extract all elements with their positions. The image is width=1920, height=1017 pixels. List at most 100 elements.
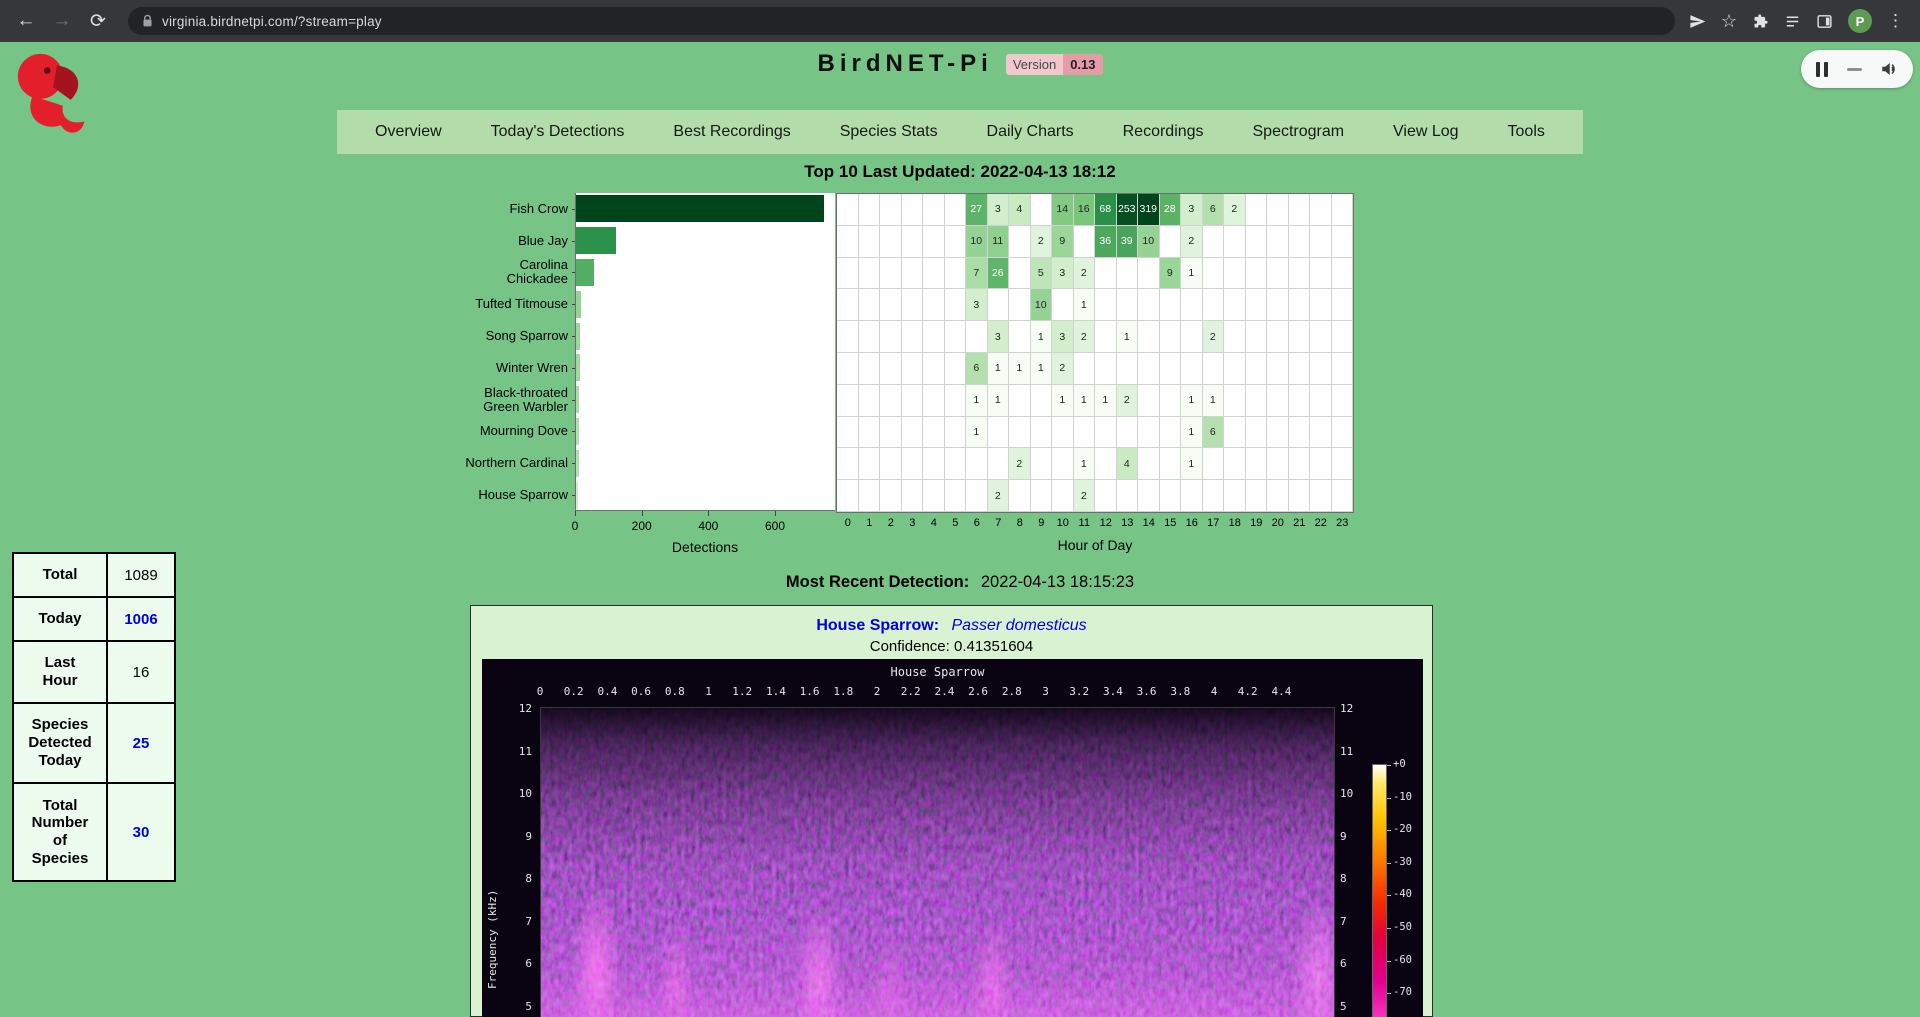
nav-item-recordings[interactable]: Recordings [1123,123,1204,141]
url-text[interactable]: virginia.birdnetpi.com/?stream=play [162,14,382,29]
back-icon[interactable]: ← [10,5,42,37]
heatmap-cell [1138,448,1160,480]
heatmap-cell: 9 [1052,226,1074,258]
bookmark-star-icon[interactable]: ☆ [1721,11,1737,32]
heatmap-cell [1117,353,1139,385]
nav-item-view-log[interactable]: View Log [1393,123,1459,141]
spec-x-tick: 3.4 [1103,685,1123,698]
heatmap-cell [945,385,967,417]
stats-value[interactable]: 1006 [107,597,175,641]
heatmap-cell [1138,353,1160,385]
nav-item-today-s-detections[interactable]: Today's Detections [491,123,625,141]
profile-avatar[interactable]: P [1848,9,1872,33]
forward-icon[interactable]: → [46,5,78,37]
heatmap-cell [1267,385,1289,417]
pause-button[interactable] [1816,62,1828,77]
heatmap-cell: 1 [1074,385,1096,417]
hour-tick-label: 20 [1272,517,1284,529]
side-panel-icon[interactable] [1816,13,1833,30]
heatmap-cell [1310,480,1332,512]
heatmap-cell [1138,321,1160,353]
version-label: Version [1006,54,1063,75]
version-badge: Version 0.13 [1006,54,1103,75]
detection-species-link[interactable]: House Sparrow: [816,617,939,634]
stats-value[interactable]: 30 [107,783,175,881]
stats-label: Total Number of Species [13,783,107,881]
spec-x-tick: 1.4 [766,685,786,698]
heatmap-cell [1310,417,1332,449]
heatmap-cell [1332,258,1354,290]
audio-seek-slider[interactable] [1847,68,1862,71]
nav-item-best-recordings[interactable]: Best Recordings [673,123,790,141]
heatmap-cell [1160,417,1182,449]
nav-item-daily-charts[interactable]: Daily Charts [987,123,1074,141]
heatmap-cell [1246,321,1268,353]
spec-y-tick: 7 [525,915,532,928]
heatmap-cell: 4 [1009,194,1031,226]
stats-value[interactable]: 25 [107,703,175,783]
heatmap-cell [880,226,902,258]
heatmap-cell [880,194,902,226]
heatmap-cell [1031,385,1053,417]
heatmap-cell [945,258,967,290]
bar-tick [575,511,576,516]
heatmap-cell [1160,385,1182,417]
top10-chart: Fish CrowBlue JayCarolina ChickadeeTufte… [0,193,1920,573]
nav-item-overview[interactable]: Overview [375,123,442,141]
heatmap-cell [1224,385,1246,417]
detection-confidence: Confidence: 0.41351604 [471,638,1432,655]
heatmap-cell [1181,353,1203,385]
nav-item-tools[interactable]: Tools [1508,123,1545,141]
address-bar[interactable]: virginia.birdnetpi.com/?stream=play [128,7,1675,35]
heatmap-cell [1117,417,1139,449]
heatmap-cell [1289,194,1311,226]
audio-player[interactable] [1801,50,1913,88]
nav-item-spectrogram[interactable]: Spectrogram [1253,123,1345,141]
heatmap-cell [1310,385,1332,417]
reading-list-icon[interactable] [1784,13,1801,30]
heatmap-cell: 2 [1074,321,1096,353]
hour-tick-label: 19 [1250,517,1262,529]
spec-y-tick: 11 [1340,745,1353,758]
heatmap-cell [902,417,924,449]
species-label: Winter Wren [460,352,570,384]
heatmap-cell [1181,321,1203,353]
heatmap-cell [859,417,881,449]
browser-menu-icon[interactable]: ⋮ [1887,11,1904,31]
heatmap-cell [1310,226,1332,258]
heatmap-cell [945,417,967,449]
heatmap-cell [880,258,902,290]
spectrogram-title: House Sparrow [540,665,1335,679]
stats-row: Species Detected Today25 [13,703,175,783]
heatmap-cell [988,417,1010,449]
heatmap-cell: 1 [966,417,988,449]
heatmap-cell [1009,417,1031,449]
bar-tick-label: 400 [698,519,718,533]
bar-tick-label: 0 [572,519,579,533]
hour-tick-label: 18 [1229,517,1241,529]
heatmap-cell [1095,480,1117,512]
heatmap-cell [1289,417,1311,449]
heatmap-cell [1267,353,1289,385]
stats-value: 16 [107,641,175,703]
colorbar-tick-label: -70 [1393,986,1412,998]
heatmap-cell [1095,417,1117,449]
species-bar [576,450,579,477]
heatmap-cell [1138,289,1160,321]
colorbar [1372,764,1387,1017]
heatmap-cell: 1 [1181,448,1203,480]
heatmap-cell: 68 [1095,194,1117,226]
heatmap-cell [988,289,1010,321]
volume-icon[interactable] [1880,61,1898,77]
heatmap-cell [1310,194,1332,226]
heatmap-cell: 1 [1074,448,1096,480]
spec-x-tick: 1.2 [732,685,752,698]
heatmap-cell [923,417,945,449]
nav-item-species-stats[interactable]: Species Stats [840,123,938,141]
heatmap-cell: 2 [988,480,1010,512]
colorbar-tick-label: -50 [1393,921,1412,933]
extensions-puzzle-icon[interactable] [1752,13,1769,30]
reload-icon[interactable]: ⟳ [82,5,114,37]
heatmap-cell [1289,480,1311,512]
send-icon[interactable] [1689,13,1706,30]
